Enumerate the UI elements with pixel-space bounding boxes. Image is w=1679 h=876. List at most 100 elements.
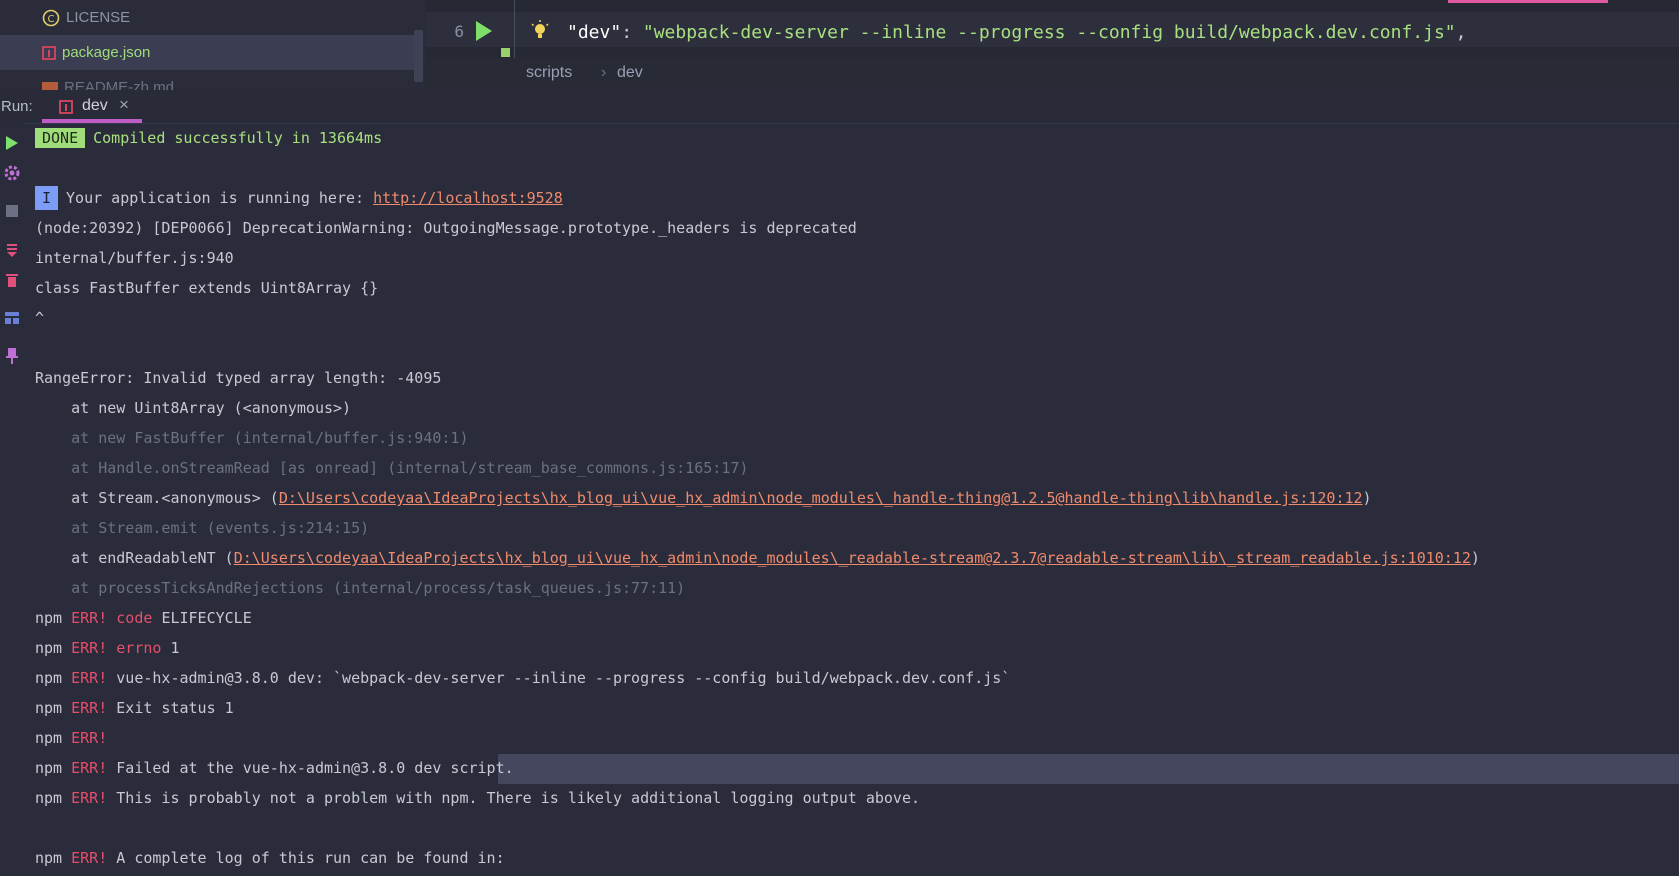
run-label: Run: — [1, 98, 33, 115]
run-gutter-icon[interactable] — [476, 21, 492, 41]
err-text: ERR! — [71, 669, 108, 687]
npm-err-line: npm ERR! — [35, 726, 107, 756]
line-number: 6 — [454, 22, 464, 41]
json-key: "dev" — [567, 22, 622, 43]
npm-text: npm — [35, 669, 63, 687]
npm-text: Exit status 1 — [116, 699, 234, 717]
console-line: at Handle.onStreamRead [as onread] (inte… — [35, 459, 749, 477]
npm-err-line: npm ERR! Exit status 1 — [35, 696, 234, 726]
run-toolwindow-header: Run: dev × — [0, 90, 1679, 124]
console-line: (node:20392) [DEP0066] DeprecationWarnin… — [35, 219, 857, 237]
npm-text: 1 — [170, 639, 180, 657]
err-text: code — [116, 609, 153, 627]
err-text: ERR! — [71, 609, 108, 627]
npm-text: npm — [35, 609, 63, 627]
top-area: C LICENSE package.json README-zh.md 6 "d… — [0, 0, 1679, 90]
project-scrollbar[interactable] — [414, 30, 423, 82]
code-editor[interactable]: 6 "dev": "webpack-dev-server --inline --… — [426, 0, 1679, 59]
breadcrumb-item-dev[interactable]: dev — [617, 64, 643, 82]
project-item-label: README-zh.md — [64, 79, 175, 90]
npm-err-line: npm ERR! A complete log of this run can … — [35, 846, 505, 876]
npm-text: npm — [35, 789, 63, 807]
err-text: ERR! — [71, 639, 108, 657]
json-colon: : — [621, 22, 643, 43]
err-text: ERR! — [71, 759, 108, 777]
err-text: ERR! — [71, 849, 108, 867]
stop-icon[interactable] — [3, 202, 21, 220]
console-line: DONE Compiled successfully in 13664ms — [35, 126, 382, 156]
npm-text: npm — [35, 699, 63, 717]
console-line: I Your application is running here: http:… — [35, 186, 563, 216]
current-line: 6 "dev": "webpack-dev-server --inline --… — [426, 12, 1679, 47]
npm-file-icon — [42, 45, 56, 60]
npm-err-line: npm ERR! vue-hx-admin@3.8.0 dev: `webpac… — [35, 666, 1010, 696]
npm-text: npm — [35, 849, 63, 867]
done-badge: DONE — [35, 128, 86, 148]
npm-text: This is probably not a problem with npm.… — [116, 789, 921, 807]
rerun-icon[interactable] — [3, 134, 21, 152]
npm-text: npm — [35, 639, 63, 657]
active-tab-indicator — [1448, 0, 1608, 3]
json-comma: , — [1455, 22, 1467, 43]
project-item-license[interactable]: C LICENSE — [0, 0, 415, 35]
console-line: at Stream.emit (events.js:214:15) — [35, 519, 370, 537]
npm-text: vue-hx-admin@3.8.0 dev: `webpack-dev-ser… — [116, 669, 1011, 687]
selection-highlight — [498, 754, 1679, 784]
npm-text: ELIFECYCLE — [161, 609, 252, 627]
license-icon: C — [42, 9, 60, 27]
svg-text:C: C — [48, 14, 55, 25]
lightbulb-icon[interactable] — [529, 20, 551, 42]
compiled-text: Compiled successfully in 13664ms — [93, 129, 383, 147]
stack-text: at endReadableNT ( — [35, 549, 234, 567]
breadcrumb: scripts › dev — [426, 58, 1679, 90]
npm-err-line: npm ERR! Failed at the vue-hx-admin@3.8.… — [35, 756, 514, 786]
npm-err-line: npm ERR! This is probably not a problem … — [35, 786, 920, 816]
console-line: class FastBuffer extends Uint8Array {} — [35, 279, 379, 297]
console-line: at new Uint8Array (<anonymous>) — [35, 399, 352, 417]
err-text: errno — [116, 639, 162, 657]
npm-text: npm — [35, 759, 63, 777]
project-item-label: package.json — [62, 44, 151, 61]
layout-icon[interactable] — [3, 309, 21, 327]
info-badge: I — [35, 186, 59, 210]
console-line: at endReadableNT (D:\Users\codeyaa\IdeaP… — [35, 546, 1480, 576]
breadcrumb-item-scripts[interactable]: scripts — [526, 64, 572, 82]
console-line: ^ — [35, 309, 45, 327]
project-item-readme[interactable]: README-zh.md — [0, 70, 415, 90]
stack-text: ) — [1470, 549, 1480, 567]
running-text: Your application is running here: — [66, 189, 374, 207]
file-link-stream-readable-js[interactable]: D:\Users\codeyaa\IdeaProjects\hx_blog_ui… — [234, 549, 1471, 567]
console-line: internal/buffer.js:940 — [35, 249, 234, 267]
file-link-handle-js[interactable]: D:\Users\codeyaa\IdeaProjects\hx_blog_ui… — [279, 489, 1363, 507]
breadcrumb-separator: › — [601, 64, 607, 81]
close-icon[interactable]: × — [119, 95, 129, 115]
npm-file-icon — [59, 99, 73, 118]
run-tab-indicator — [42, 119, 142, 123]
json-value: "webpack-dev-server --inline --progress … — [642, 22, 1456, 43]
gutter-divider — [514, 0, 515, 58]
code-text: "dev": "webpack-dev-server --inline --pr… — [567, 22, 1467, 43]
npm-text: npm — [35, 729, 63, 747]
console-line: at Stream.<anonymous> (D:\Users\codeyaa\… — [35, 486, 1372, 516]
console-line: at new FastBuffer (internal/buffer.js:94… — [35, 429, 469, 447]
run-tab-label: dev — [82, 97, 108, 114]
scroll-to-end-icon[interactable] — [3, 241, 21, 259]
project-item-package-json[interactable]: package.json — [0, 35, 415, 70]
trash-icon[interactable] — [3, 271, 21, 289]
npm-text: Failed at the vue-hx-admin@3.8.0 dev scr… — [116, 759, 514, 777]
project-item-label: LICENSE — [66, 9, 131, 26]
console-line: at processTicksAndRejections (internal/p… — [35, 579, 686, 597]
markdown-file-icon — [42, 81, 58, 90]
stack-text: ) — [1362, 489, 1372, 507]
console-line: RangeError: Invalid typed array length: … — [35, 369, 442, 387]
gear-icon[interactable] — [3, 164, 21, 182]
pin-icon[interactable] — [3, 347, 21, 365]
stack-text: at Stream.<anonymous> ( — [35, 489, 279, 507]
run-toolbar — [0, 123, 24, 874]
err-text: ERR! — [71, 699, 108, 717]
localhost-link[interactable]: http://localhost:9528 — [373, 189, 563, 207]
npm-err-line: npm ERR! errno 1 — [35, 636, 180, 666]
project-tree: C LICENSE package.json README-zh.md — [0, 0, 425, 90]
npm-text: A complete log of this run can be found … — [116, 849, 505, 867]
npm-err-line: npm ERR! code ELIFECYCLE — [35, 606, 252, 636]
